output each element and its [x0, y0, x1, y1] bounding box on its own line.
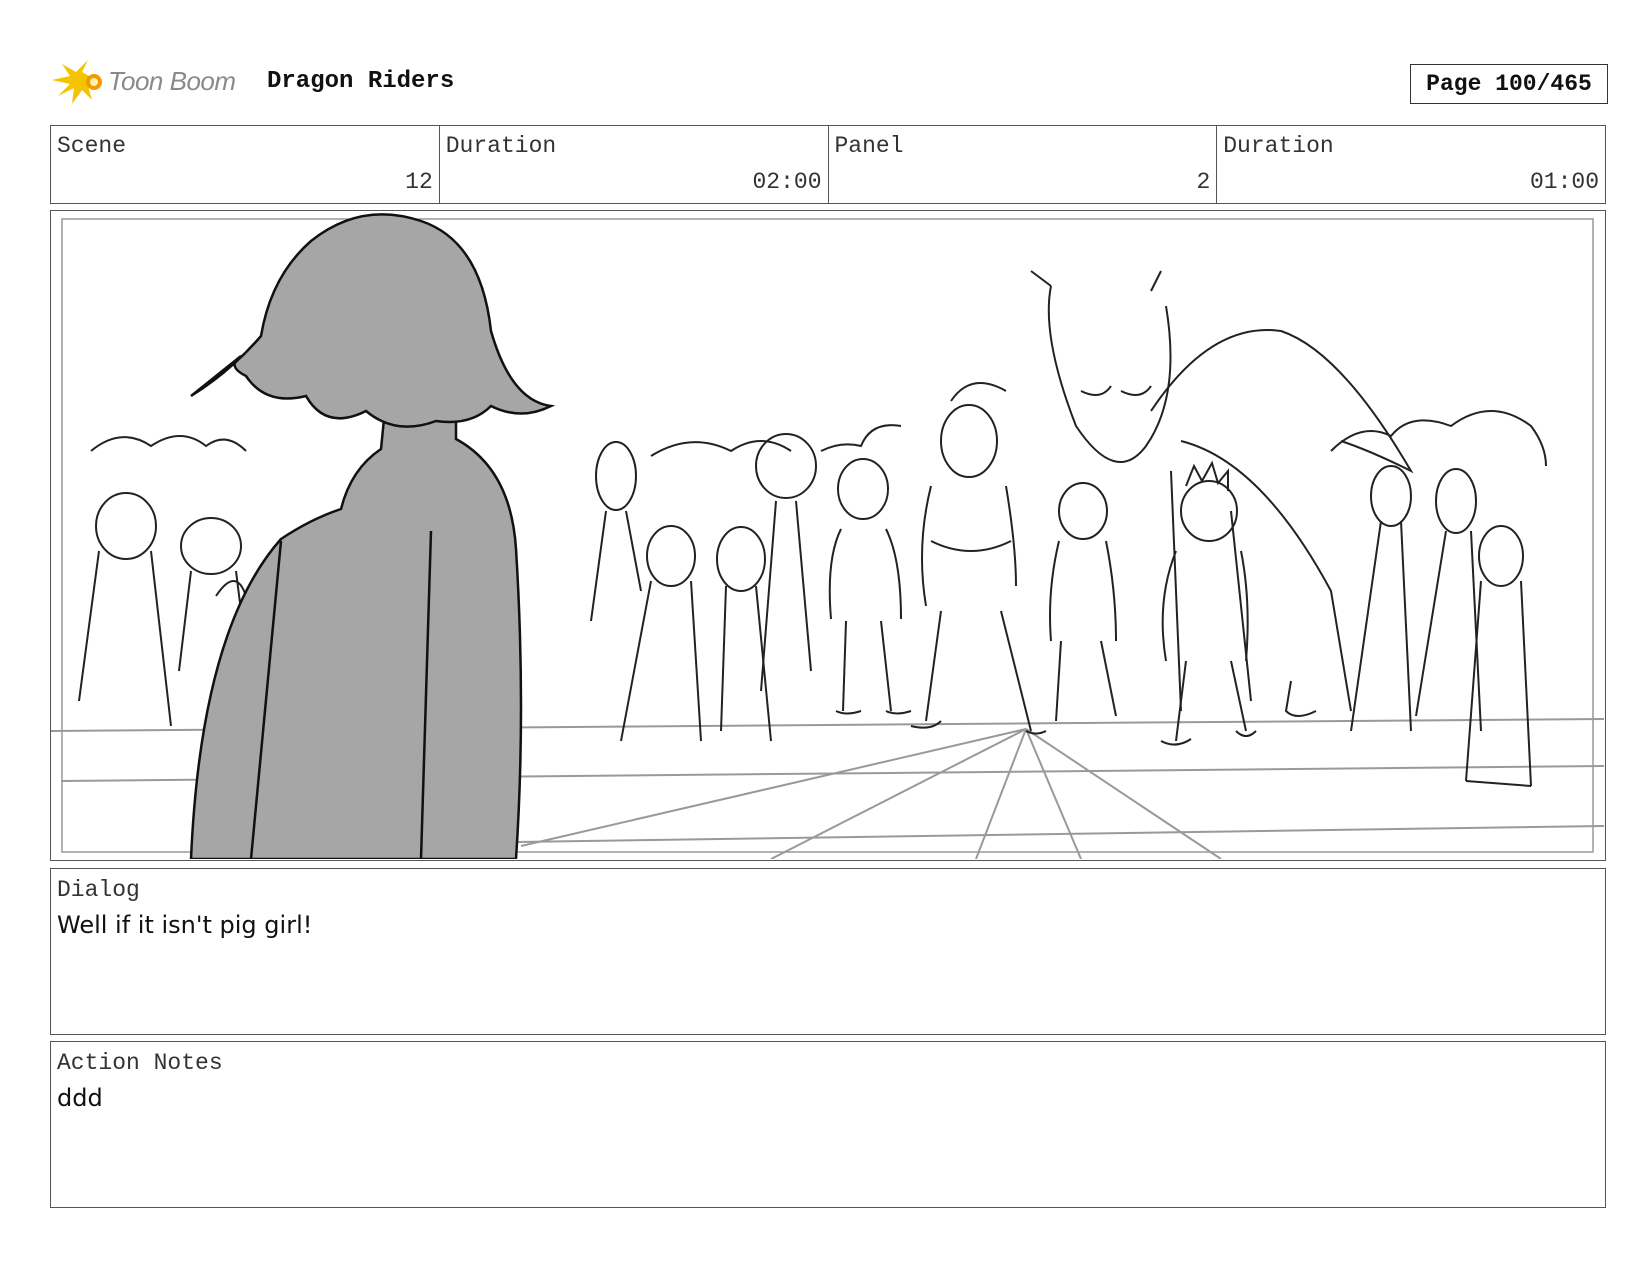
dialog-box: Dialog Well if it isn't pig girl!: [50, 868, 1606, 1035]
storyboard-panel-image: [50, 210, 1606, 861]
panel-value: 2: [1196, 169, 1211, 195]
group-of-kids: [828, 382, 1257, 746]
dialog-label: Dialog: [57, 877, 140, 903]
dialog-text[interactable]: Well if it isn't pig girl!: [57, 911, 312, 939]
action-notes-label: Action Notes: [57, 1050, 223, 1076]
action-notes-box: Action Notes ddd: [50, 1041, 1606, 1208]
logo-text: Toon Boom: [108, 66, 236, 96]
page-number: Page 100/465: [1410, 64, 1608, 104]
scene-duration-label: Duration: [445, 133, 557, 159]
scene-duration-cell: Duration 02:00: [440, 126, 829, 203]
toon-boom-logo: Toon Boom: [52, 58, 252, 110]
scene-value: 12: [405, 169, 433, 195]
foreground-girl: [189, 213, 556, 859]
scene-cell: Scene 12: [51, 126, 440, 203]
starburst-icon: [52, 60, 102, 104]
scene-duration-value: 02:00: [752, 169, 822, 195]
storyboard-sketch: [51, 213, 1604, 859]
panel-duration-value: 01:00: [1529, 169, 1599, 195]
storyboard-header: Toon Boom Dragon Riders Page 100/465: [52, 58, 1608, 110]
panel-label: Panel: [834, 133, 904, 159]
panel-duration-cell: Duration 01:00: [1217, 126, 1605, 203]
scene-label: Scene: [57, 133, 127, 159]
dragon-sketch: [1030, 270, 1414, 717]
scene-info-row: Scene 12 Duration 02:00 Panel 2 Duration…: [50, 125, 1606, 204]
project-title: Dragon Riders: [267, 68, 455, 95]
action-notes-text[interactable]: ddd: [57, 1084, 103, 1112]
panel-cell: Panel 2: [829, 126, 1218, 203]
panel-duration-label: Duration: [1223, 133, 1334, 159]
